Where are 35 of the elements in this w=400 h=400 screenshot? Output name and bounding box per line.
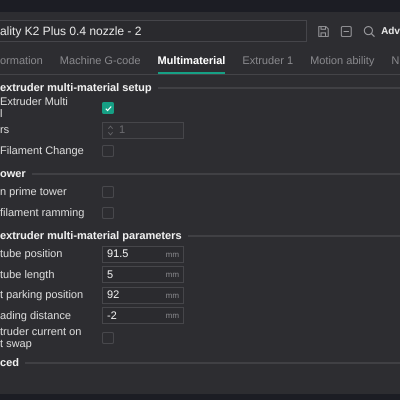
preset-dropdown[interactable]: ality K2 Plus 0.4 nozzle - 2 [0,20,308,42]
tab[interactable]: Extruder 1 [242,50,294,74]
number-field[interactable]: 5 mm [102,266,184,284]
checkbox[interactable] [102,186,114,198]
section-title: extruder multi-material setup [0,82,152,94]
option-label: rs [0,124,10,136]
tab[interactable]: Machine G-code [60,50,141,74]
tab[interactable]: ormation [0,50,43,74]
section-title: extruder multi-material parameters [0,230,182,242]
option-label: t parking position [0,289,84,302]
option-label: Extruder Multi l [0,96,69,120]
option-label: Filament Change [0,144,85,157]
section-title: ower [0,168,26,180]
checkbox[interactable] [102,206,114,219]
option-label: ading distance [0,310,72,322]
option-label: filament ramming [0,206,86,219]
check-icon [104,104,112,112]
advanced-label: Adv [381,26,400,36]
checkbox[interactable] [102,144,114,157]
checkbox[interactable] [102,102,114,114]
number-field[interactable]: 92 mm [102,286,184,304]
number-field[interactable]: 91.5 mm [102,246,184,263]
option-label: n prime tower [0,186,68,198]
tab[interactable]: N [391,50,400,74]
option-label: truder current on t swap [0,326,82,350]
tab[interactable]: Motion ability [310,50,374,74]
minus-box-icon[interactable] [340,24,353,38]
option-label: tube position [0,248,64,260]
tab[interactable]: Multimaterial [158,50,226,74]
section-title: ced [0,357,19,369]
option-label: tube length [0,268,56,281]
checkbox[interactable] [102,332,114,344]
search-icon[interactable] [362,24,376,38]
number-field[interactable]: -2 mm [102,307,184,324]
save-icon[interactable] [317,24,330,38]
